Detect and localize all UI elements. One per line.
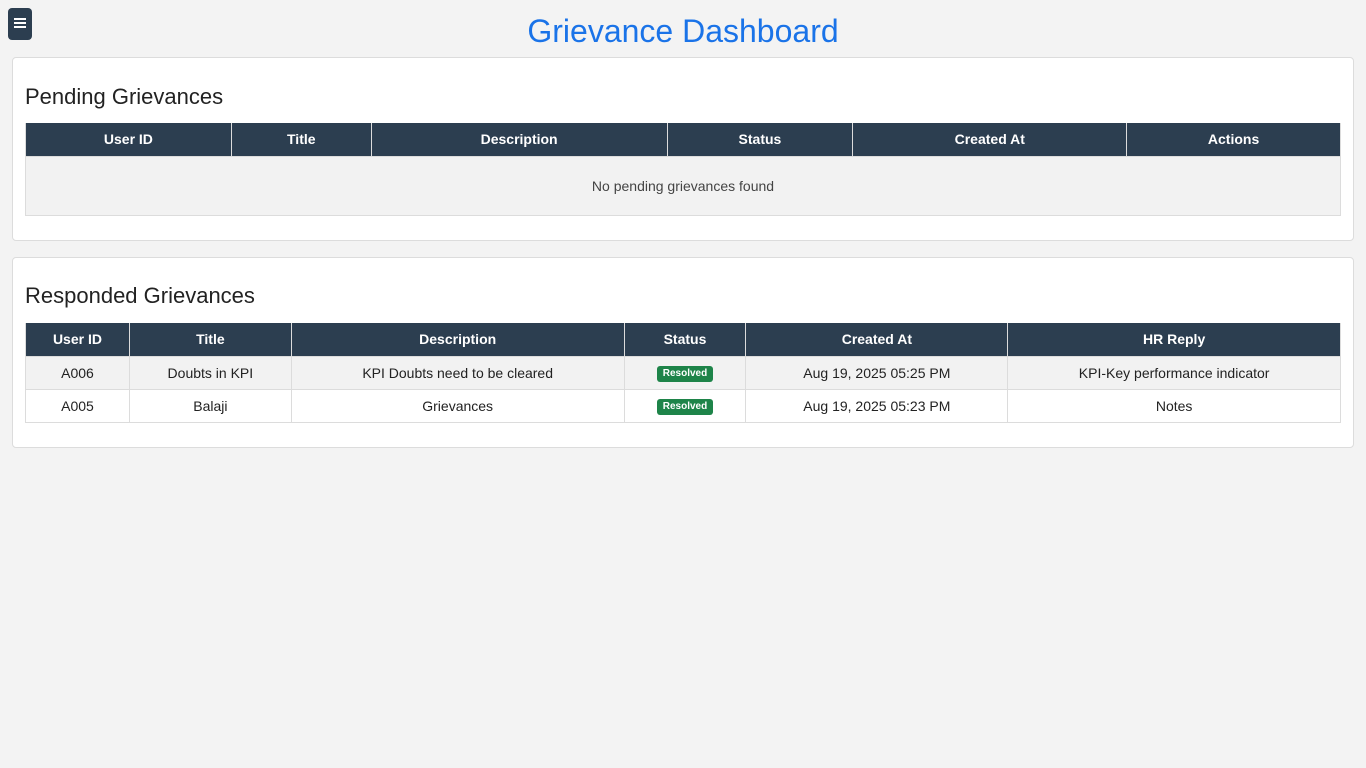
empty-message: No pending grievances found xyxy=(25,155,1341,216)
responded-grievances-card: Responded Grievances User ID Title Descr… xyxy=(12,257,1354,448)
table-row: A005 Balaji Grievances Resolved Aug 19, … xyxy=(25,388,1341,423)
table-row: A006 Doubts in KPI KPI Doubts need to be… xyxy=(25,355,1341,390)
column-header-created-at: Created At xyxy=(852,123,1128,157)
column-header-description: Description xyxy=(370,123,668,157)
pending-grievances-card: Pending Grievances User ID Title Descrip… xyxy=(12,57,1354,241)
cell-title: Doubts in KPI xyxy=(128,355,292,390)
table-header-row: User ID Title Description Status Created… xyxy=(25,323,1341,357)
column-header-status: Status xyxy=(623,323,747,357)
cell-created-at: Aug 19, 2025 05:23 PM xyxy=(745,388,1009,423)
column-header-user-id: User ID xyxy=(25,123,232,157)
responded-grievances-table: User ID Title Description Status Created… xyxy=(25,323,1341,423)
status-badge: Resolved xyxy=(656,399,714,415)
cell-status: Resolved xyxy=(623,355,747,390)
status-badge: Resolved xyxy=(656,366,714,382)
column-header-status: Status xyxy=(666,123,854,157)
column-header-actions: Actions xyxy=(1126,123,1341,157)
responded-grievances-heading: Responded Grievances xyxy=(25,283,255,308)
column-header-title: Title xyxy=(230,123,372,157)
column-header-description: Description xyxy=(290,323,625,357)
cell-description: Grievances xyxy=(290,388,625,423)
column-header-created-at: Created At xyxy=(745,323,1009,357)
column-header-user-id: User ID xyxy=(25,323,130,357)
page-title: Grievance Dashboard xyxy=(527,13,839,49)
column-header-title: Title xyxy=(128,323,292,357)
pending-grievances-heading: Pending Grievances xyxy=(25,84,224,109)
cell-user-id: A006 xyxy=(25,355,130,390)
cell-hr-reply: KPI-Key performance indicator xyxy=(1007,355,1341,390)
cell-created-at: Aug 19, 2025 05:25 PM xyxy=(745,355,1009,390)
column-header-hr-reply: HR Reply xyxy=(1007,323,1341,357)
cell-hr-reply: Notes xyxy=(1007,388,1341,423)
table-header-row: User ID Title Description Status Created… xyxy=(25,123,1341,157)
cell-status: Resolved xyxy=(623,388,747,423)
empty-row: No pending grievances found xyxy=(25,155,1341,216)
cell-user-id: A005 xyxy=(25,388,130,423)
pending-grievances-table: User ID Title Description Status Created… xyxy=(25,123,1341,216)
cell-description: KPI Doubts need to be cleared xyxy=(290,355,625,390)
cell-title: Balaji xyxy=(128,388,292,423)
